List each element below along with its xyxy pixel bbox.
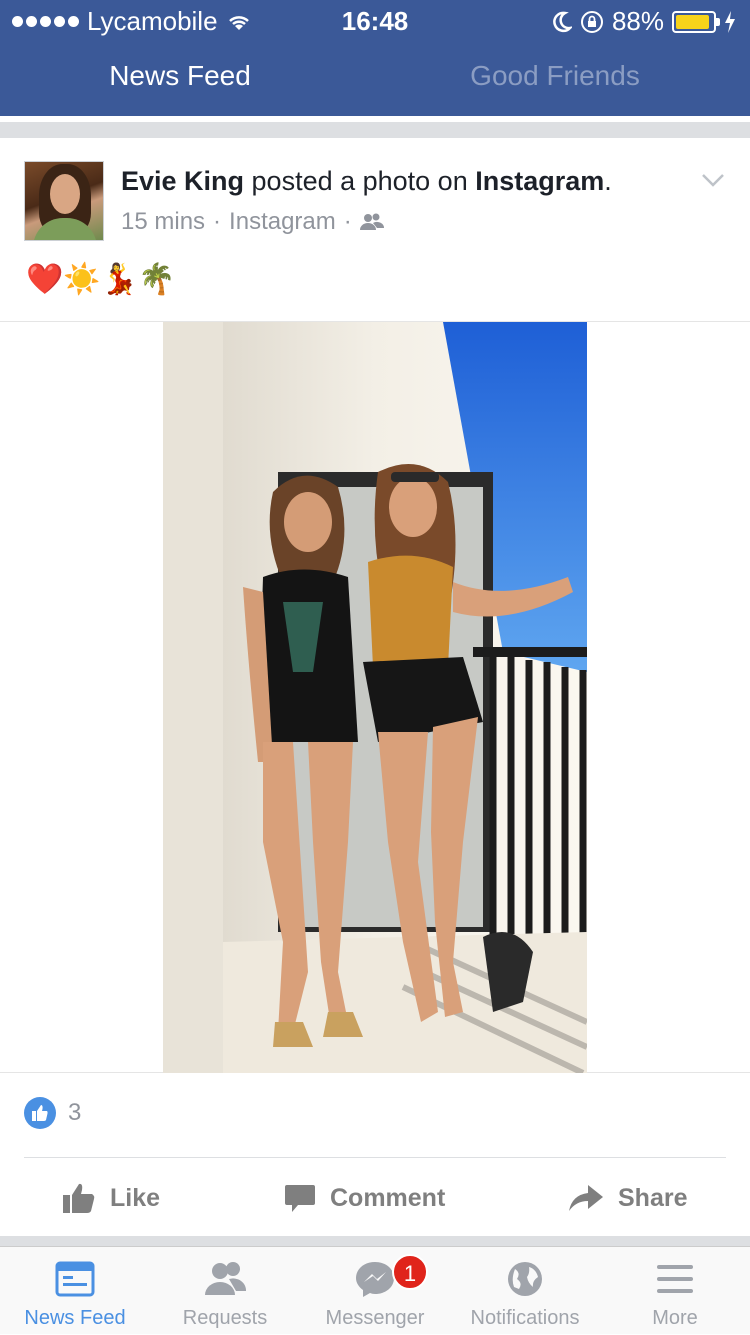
battery-percent: 88% [611,6,664,36]
tab-bar-label: More [652,1307,698,1329]
comment-label: Comment [330,1183,446,1212]
friends-audience-icon [359,213,384,230]
like-reaction-icon [24,1097,56,1129]
bottom-tab-bar: News Feed Requests Messenger Notificatio… [0,1246,750,1334]
tab-bar-label: News Feed [24,1307,126,1329]
tab-bar-messenger[interactable]: Messenger [300,1247,450,1335]
globe-icon [508,1262,542,1296]
share-button[interactable]: Share [568,1170,687,1226]
photo-container [0,321,750,1073]
comment-icon [285,1185,315,1212]
like-summary[interactable]: 3 [24,1097,81,1129]
tab-bar-requests[interactable]: Requests [150,1247,300,1335]
platform-link[interactable]: Instagram [475,166,604,196]
like-label: Like [110,1183,161,1212]
moon-icon [553,11,572,32]
comment-button[interactable]: Comment [284,1170,445,1226]
post-actions: Like Comment Share [0,1170,750,1226]
menu-icon [657,1265,693,1293]
messenger-badge: 1 [392,1254,428,1290]
avatar[interactable] [24,161,104,241]
tab-bar-label: Notifications [470,1307,580,1329]
section-divider [0,116,750,138]
post-source[interactable]: Instagram [229,208,336,236]
charging-bolt-icon [725,10,735,33]
divider [24,1157,726,1158]
section-divider [0,1236,750,1246]
post-meta: 15 mins · Instagram · [121,208,384,236]
thumbs-up-icon [63,1183,95,1213]
share-arrow-icon [569,1185,603,1211]
post-timestamp[interactable]: 15 mins [121,208,205,236]
messenger-icon [356,1262,394,1297]
tab-news-feed[interactable]: News Feed [0,60,360,92]
post-photo[interactable] [163,322,587,1073]
tab-good-friends[interactable]: Good Friends [375,60,735,92]
like-count: 3 [68,1099,82,1126]
post-action-text: posted a photo on [244,166,476,196]
meta-separator: · [343,208,352,235]
post-title: Evie King posted a photo on Instagram. [121,166,612,197]
chevron-down-icon[interactable] [700,170,726,190]
friends-icon [205,1262,247,1295]
title-period: . [604,166,612,196]
news-feed-icon [55,1261,95,1297]
photo-illustration [163,322,587,1073]
like-button[interactable]: Like [62,1170,160,1226]
rotation-lock-icon [580,10,603,33]
tab-bar-label: Messenger [325,1307,425,1329]
status-bar: Lycamobile 16:48 88% [0,0,750,40]
tab-bar-notifications[interactable]: Notifications [450,1247,600,1335]
author-name[interactable]: Evie King [121,166,244,196]
tab-bar-more[interactable]: More [600,1247,750,1335]
share-label: Share [618,1183,688,1212]
post-caption: ❤️☀️💃🌴 [26,263,176,296]
tab-bar-news-feed[interactable]: News Feed [0,1247,150,1335]
app-header: Lycamobile 16:48 88% News Feed Good Frie… [0,0,750,116]
tab-bar-label: Requests [182,1307,268,1329]
meta-separator: · [213,208,222,235]
battery-icon [672,10,720,33]
